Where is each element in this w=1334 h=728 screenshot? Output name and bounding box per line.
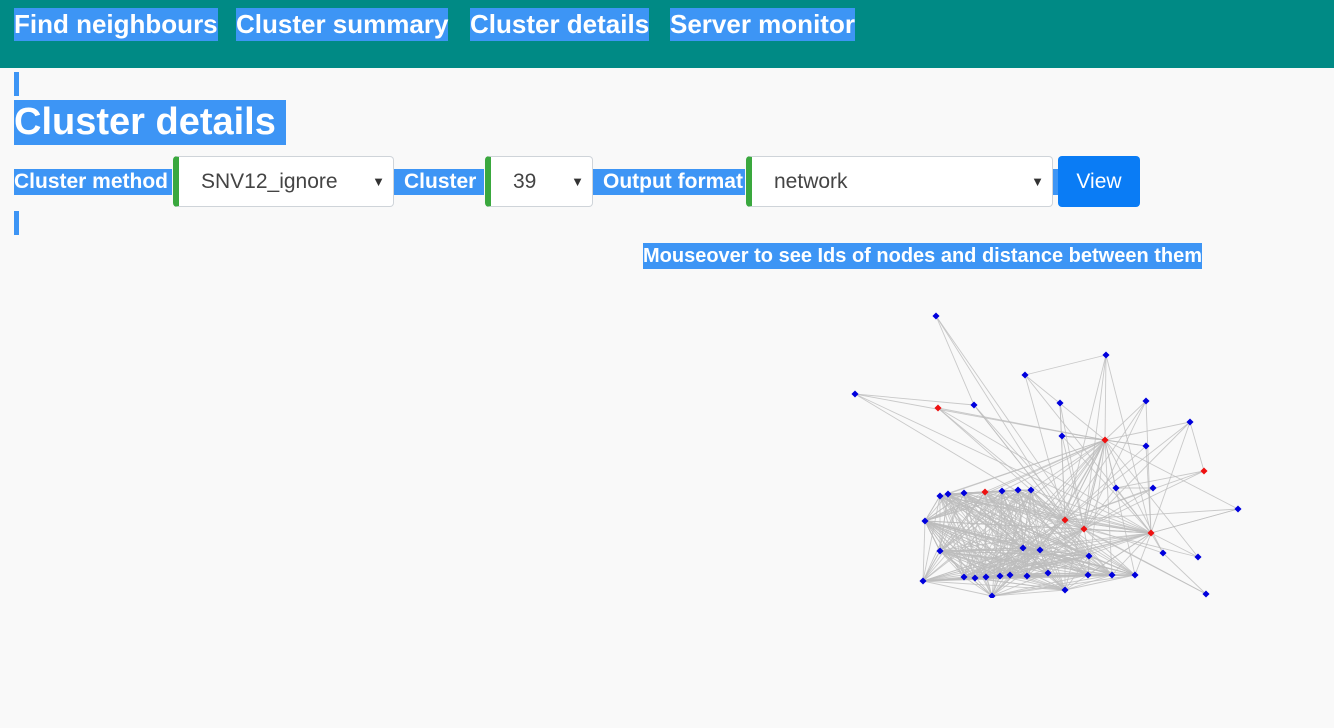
graph-edge	[935, 315, 975, 406]
nav-cluster-details[interactable]: Cluster details	[470, 8, 650, 41]
nav-cluster-summary[interactable]: Cluster summary	[236, 8, 449, 41]
text-caret-top	[14, 72, 19, 96]
cluster-select[interactable]: 39 ▼	[485, 156, 593, 207]
top-navbar: Find neighbours Cluster summary Cluster …	[0, 0, 1334, 68]
cluster-label: Cluster	[394, 169, 484, 195]
graph-node-highlighted[interactable]	[1200, 467, 1208, 475]
graph-edge	[1150, 508, 1239, 534]
graph-edge	[1083, 528, 1199, 558]
graph-edge	[1061, 435, 1106, 441]
graph-node[interactable]	[1149, 484, 1157, 492]
output-format-value: network	[774, 170, 848, 193]
graph-edge	[937, 407, 1106, 441]
graph-node[interactable]	[1234, 505, 1242, 513]
cluster-method-value: SNV12_ignore	[201, 170, 338, 193]
graph-edge	[1104, 400, 1147, 441]
cluster-value: 39	[513, 170, 537, 193]
text-caret-bottom	[14, 211, 19, 235]
graph-edge	[1189, 421, 1205, 472]
graph-node[interactable]	[932, 312, 940, 320]
graph-edges	[854, 315, 1239, 597]
chevron-down-icon: ▼	[372, 174, 385, 189]
output-format-select[interactable]: network ▼	[746, 156, 1053, 207]
graph-edge	[1162, 552, 1207, 595]
mouseover-hint: Mouseover to see Ids of nodes and distan…	[643, 243, 1203, 269]
graph-edge	[1064, 421, 1191, 521]
graph-edge	[1115, 470, 1205, 489]
graph-edge	[854, 393, 975, 406]
graph-node[interactable]	[851, 390, 859, 398]
chevron-down-icon: ▼	[1031, 174, 1044, 189]
view-button[interactable]: View	[1058, 156, 1140, 207]
graph-edge	[1024, 354, 1107, 376]
cluster-method-select[interactable]: SNV12_ignore ▼	[173, 156, 394, 207]
graph-edge	[1104, 439, 1113, 576]
nav-find-neighbours[interactable]: Find neighbours	[14, 8, 218, 41]
chevron-down-icon: ▼	[571, 174, 584, 189]
graph-edge	[1134, 532, 1152, 576]
cluster-network-graph[interactable]	[640, 290, 1260, 598]
graph-edge	[1104, 354, 1107, 441]
cluster-method-label: Cluster method	[14, 169, 172, 195]
graph-node[interactable]	[1102, 351, 1110, 359]
nav-server-monitor[interactable]: Server monitor	[670, 8, 855, 41]
graph-edge	[1083, 400, 1147, 530]
output-format-label: Output format	[593, 169, 745, 195]
page-title: Cluster details	[14, 100, 286, 145]
